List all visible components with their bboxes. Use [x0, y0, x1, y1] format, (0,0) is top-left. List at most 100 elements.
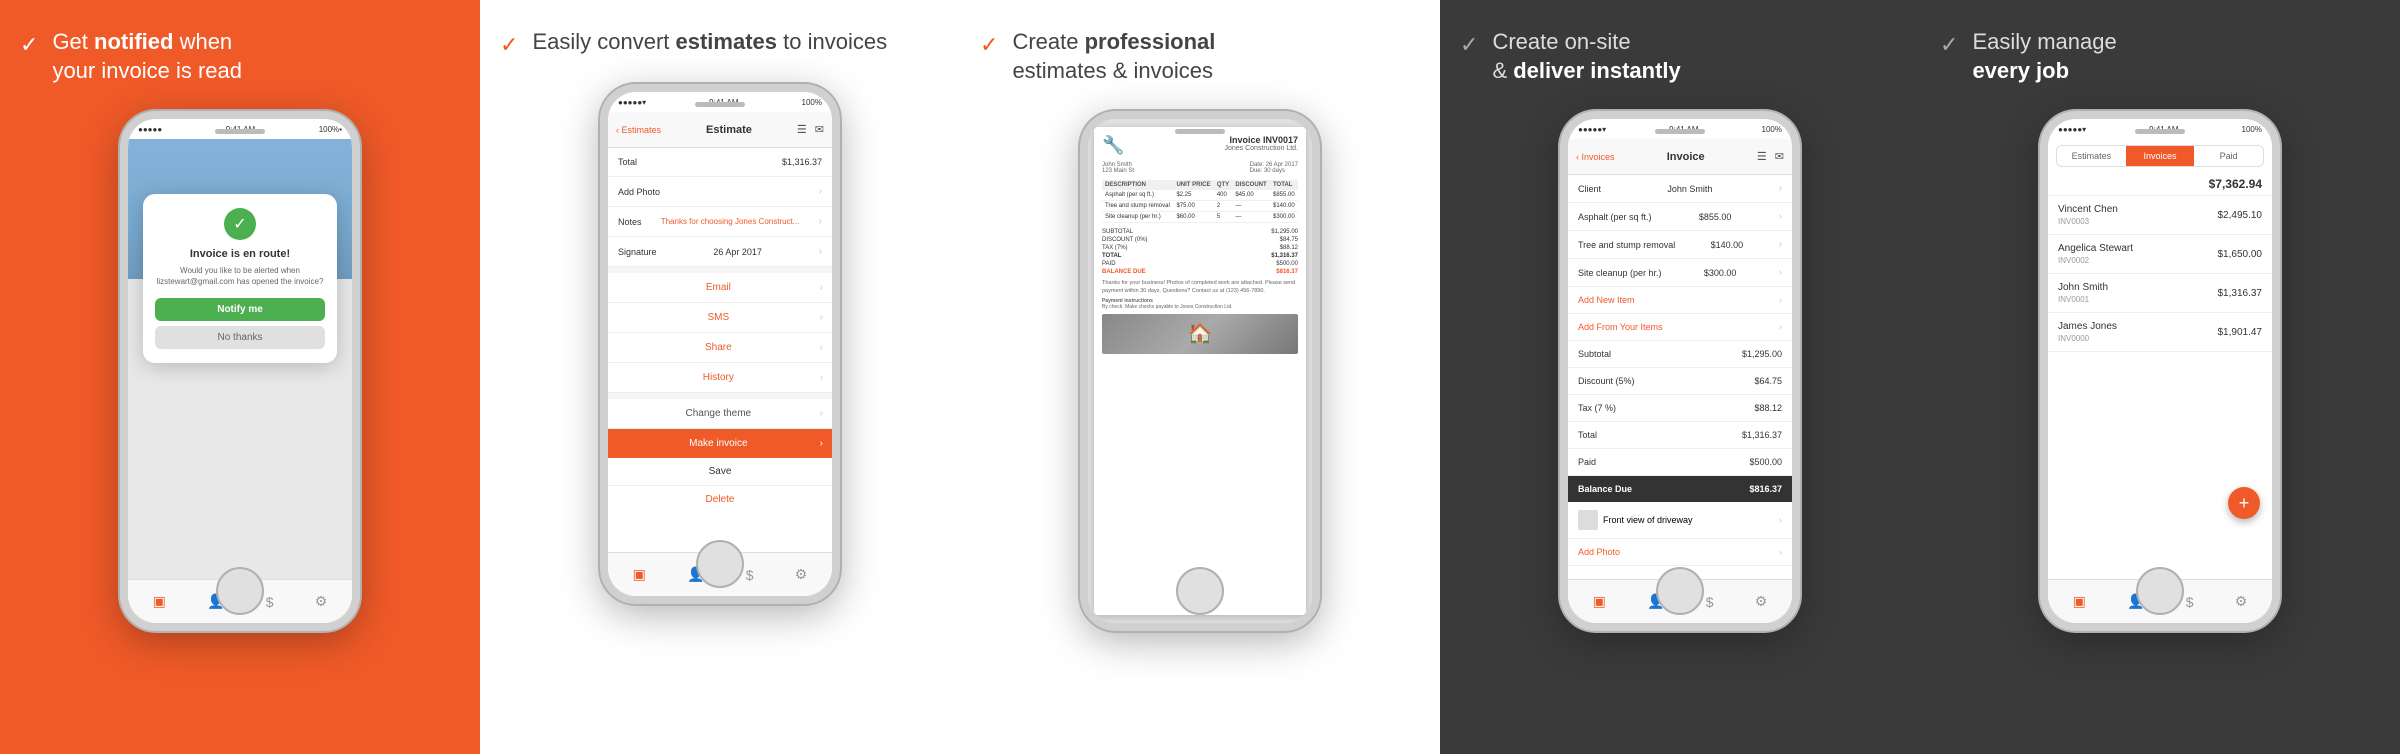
- con-icon-2: 👤: [687, 566, 704, 583]
- no-thanks-button[interactable]: No thanks: [155, 326, 325, 349]
- sms-action[interactable]: SMS ›: [608, 303, 832, 333]
- fab-button[interactable]: +: [2228, 487, 2260, 519]
- photo-chevron: ›: [1779, 515, 1782, 526]
- list-icon-2[interactable]: ☰: [797, 123, 807, 136]
- col-qty: QTY: [1214, 180, 1233, 190]
- email-icon-4[interactable]: ✉: [1775, 150, 1784, 163]
- inv-icon-5: ▣: [2073, 593, 2086, 610]
- asphalt-row[interactable]: Asphalt (per sq ft.) $855.00 ›: [1568, 203, 1792, 231]
- notif-check-icon: ✓: [224, 208, 256, 240]
- invoice-num-3: INV0000: [2058, 334, 2117, 343]
- notify-me-button[interactable]: Notify me: [155, 298, 325, 321]
- tab-invoices-5[interactable]: ▣: [2073, 593, 2086, 610]
- check-icon-1: ✓: [20, 32, 38, 58]
- segment-control: Estimates Invoices Paid: [2056, 145, 2264, 167]
- tab-contacts-2[interactable]: 👤: [687, 566, 704, 583]
- signature-row[interactable]: Signature 26 Apr 2017 ›: [608, 237, 832, 267]
- add-photo-row-4[interactable]: Add Photo ›: [1568, 539, 1792, 566]
- email-icon-2[interactable]: ✉: [815, 123, 824, 136]
- paid-detail-value: $500.00: [1749, 457, 1782, 467]
- feature-title-3: Create professionalestimates & invoices: [1012, 28, 1215, 85]
- make-invoice-action[interactable]: Make invoice ›: [608, 429, 832, 458]
- site-cleanup-chevron: ›: [1779, 267, 1782, 278]
- tab-bar-5: ▣ 👤 $ ⚙: [2048, 579, 2272, 623]
- photo-thumb: [1578, 510, 1598, 530]
- invoice-title: Invoice INV0017: [1224, 135, 1298, 145]
- client-chevron: ›: [1779, 183, 1782, 194]
- invoice-amount-1: $1,650.00: [2218, 249, 2263, 260]
- delete-action[interactable]: Delete: [608, 486, 832, 513]
- asphalt-label: Asphalt (per sq ft.): [1578, 212, 1652, 222]
- notes-row[interactable]: Notes Thanks for choosing Jones Construc…: [608, 207, 832, 237]
- total-row: TOTAL$1,316.37: [1102, 252, 1298, 260]
- invoice-row-3[interactable]: James Jones INV0000 $1,901.47: [2048, 313, 2272, 352]
- tab-money-4[interactable]: $: [1706, 594, 1714, 610]
- nav-bar-2: ‹ Estimates Estimate ☰ ✉: [608, 112, 832, 148]
- tab-settings-2[interactable]: ⚙: [795, 566, 808, 583]
- feature-text-1: ✓ Get notified whenyour invoice is read: [20, 28, 460, 85]
- tab-money-1[interactable]: $: [266, 594, 274, 610]
- add-photo-chevron: ›: [819, 186, 822, 197]
- invoice-row-1[interactable]: Angelica Stewart INV0002 $1,650.00: [2048, 235, 2272, 274]
- payment-instructions: Payment instructions By check: Make chec…: [1102, 298, 1298, 310]
- list-icon-4[interactable]: ☰: [1757, 150, 1767, 163]
- photo-row[interactable]: Front view of driveway ›: [1568, 502, 1792, 539]
- tab-contacts-5[interactable]: 👤: [2127, 593, 2144, 610]
- tab-bar-4: ▣ 👤 $ ⚙: [1568, 579, 1792, 623]
- discount-row: DISCOUNT (0%)$84.75: [1102, 236, 1298, 244]
- invoice-amount-3: $1,901.47: [2218, 327, 2263, 338]
- tab-contacts-1[interactable]: 👤: [207, 593, 224, 610]
- add-from-items-row[interactable]: Add From Your Items ›: [1568, 314, 1792, 341]
- asphalt-value: $855.00: [1699, 212, 1732, 222]
- invoice-row-0[interactable]: Vincent Chen INV0003 $2,495.10: [2048, 196, 2272, 235]
- change-theme-action[interactable]: Change theme ›: [608, 399, 832, 429]
- phone-5: ●●●●●▾ 9:41 AM 100% Estimates Invoices P…: [2040, 111, 2280, 631]
- signature-label: Signature: [618, 247, 657, 257]
- total-detail-label: Total: [1578, 430, 1597, 440]
- invoice-photo: [1102, 314, 1298, 354]
- tree-row[interactable]: Tree and stump removal $140.00 ›: [1568, 231, 1792, 259]
- back-button-2[interactable]: ‹ Estimates: [616, 125, 661, 135]
- feature-text-5: ✓ Easily manageevery job: [1940, 28, 2380, 85]
- seg-paid[interactable]: Paid: [2194, 146, 2263, 166]
- seg-invoices[interactable]: Invoices: [2126, 146, 2195, 166]
- nav-icons-4: ☰ ✉: [1757, 150, 1784, 163]
- email-action[interactable]: Email ›: [608, 273, 832, 303]
- tab-bar-1: ▣ 👤 $ ⚙: [128, 579, 352, 623]
- tab-money-2[interactable]: $: [746, 567, 754, 583]
- total-label: Total: [618, 157, 637, 167]
- save-action[interactable]: Save: [608, 458, 832, 486]
- mon-icon-4: $: [1706, 594, 1714, 610]
- tab-contacts-4[interactable]: 👤: [1647, 593, 1664, 610]
- tab-money-5[interactable]: $: [2186, 594, 2194, 610]
- add-from-items-chevron: ›: [1779, 322, 1782, 332]
- tab-settings-1[interactable]: ⚙: [315, 593, 328, 610]
- tab-invoices-4[interactable]: ▣: [1593, 593, 1606, 610]
- add-new-item-row[interactable]: Add New Item ›: [1568, 287, 1792, 314]
- client-label: Client: [1578, 184, 1601, 194]
- phone-1: ●●●●● 9:41 AM 100%▪ ✓ Invoice is en rout…: [120, 111, 360, 631]
- invoice-document: 🔧 Invoice INV0017 Jones Construction Ltd…: [1094, 127, 1306, 615]
- panel-manage: ✓ Easily manageevery job ●●●●●▾ 9:41 AM …: [1920, 0, 2400, 754]
- phone-4: ●●●●●▾ 9:41 AM 100% ‹ Invoices Invoice ☰…: [1560, 111, 1800, 631]
- tab-invoices-2[interactable]: ▣: [633, 566, 646, 583]
- back-button-4[interactable]: ‹ Invoices: [1576, 152, 1615, 162]
- col-disc: DISCOUNT: [1232, 180, 1270, 190]
- tab-settings-5[interactable]: ⚙: [2235, 593, 2248, 610]
- share-action[interactable]: Share ›: [608, 333, 832, 363]
- seg-estimates[interactable]: Estimates: [2057, 146, 2126, 166]
- history-action[interactable]: History ›: [608, 363, 832, 393]
- client-row[interactable]: Client John Smith ›: [1568, 175, 1792, 203]
- add-photo-row[interactable]: Add Photo ›: [608, 177, 832, 207]
- invoice-info-2: John Smith INV0001: [2058, 282, 2108, 304]
- site-cleanup-row[interactable]: Site cleanup (per hr.) $300.00 ›: [1568, 259, 1792, 287]
- invoice-row-2[interactable]: John Smith INV0001 $1,316.37: [2048, 274, 2272, 313]
- con-icon-4: 👤: [1647, 593, 1664, 610]
- feature-title-5: Easily manageevery job: [1972, 28, 2116, 85]
- tab-invoices-1[interactable]: ▣: [153, 593, 166, 610]
- photo-label: Front view of driveway: [1603, 515, 1693, 525]
- status-bar-4: ●●●●●▾ 9:41 AM 100%: [1568, 119, 1792, 139]
- feature-title-4: Create on-site& deliver instantly: [1492, 28, 1680, 85]
- tab-settings-4[interactable]: ⚙: [1755, 593, 1768, 610]
- invoices-icon: ▣: [153, 593, 166, 610]
